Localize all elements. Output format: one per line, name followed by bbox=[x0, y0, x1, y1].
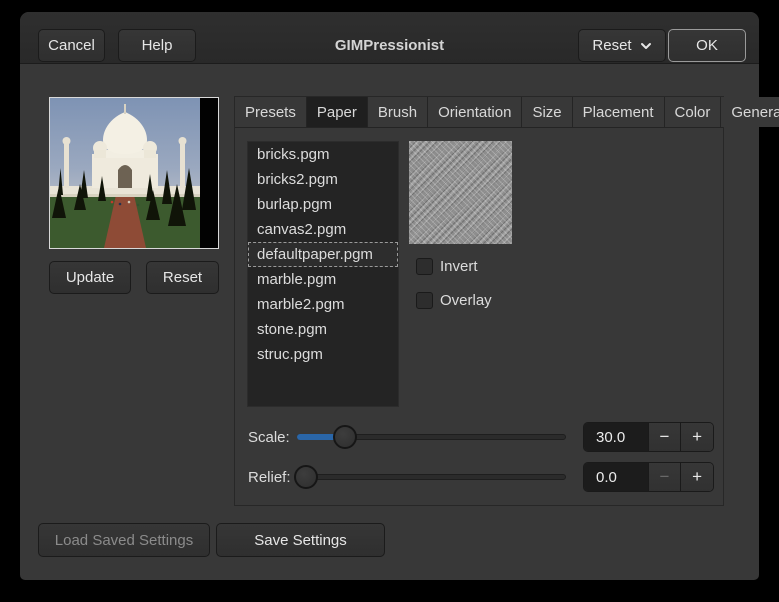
relief-plus-button[interactable]: + bbox=[680, 463, 713, 491]
reset-dropdown-label: Reset bbox=[592, 37, 631, 54]
scale-minus-button[interactable]: − bbox=[648, 423, 681, 451]
update-preview-button[interactable]: Update bbox=[49, 261, 131, 294]
tab-brush[interactable]: Brush bbox=[368, 97, 428, 127]
relief-slider[interactable] bbox=[297, 462, 566, 492]
list-item[interactable]: bricks.pgm bbox=[248, 142, 398, 167]
scale-value-input[interactable]: 30.0 bbox=[584, 423, 648, 451]
list-item[interactable]: struc.pgm bbox=[248, 342, 398, 367]
load-saved-settings-button[interactable]: Load Saved Settings bbox=[38, 523, 210, 557]
source-preview-frame bbox=[49, 97, 219, 249]
scale-spingroup: 30.0 − + bbox=[583, 422, 714, 452]
scale-label: Scale: bbox=[248, 429, 297, 446]
gimpressionist-dialog: Cancel Help GIMPressionist Reset OK bbox=[20, 12, 759, 580]
source-preview-image bbox=[50, 98, 200, 248]
list-item[interactable]: stone.pgm bbox=[248, 317, 398, 342]
relief-value-input[interactable]: 0.0 bbox=[584, 463, 648, 491]
paper-file-list: bricks.pgm bricks2.pgm burlap.pgm canvas… bbox=[247, 141, 399, 407]
list-item[interactable]: marble2.pgm bbox=[248, 292, 398, 317]
relief-label: Relief: bbox=[248, 469, 297, 486]
relief-row: Relief: 0.0 − + bbox=[248, 462, 714, 492]
relief-slider-thumb[interactable] bbox=[294, 465, 318, 489]
list-item[interactable]: bricks2.pgm bbox=[248, 167, 398, 192]
ok-button[interactable]: OK bbox=[668, 29, 746, 62]
relief-spingroup: 0.0 − + bbox=[583, 462, 714, 492]
overlay-label: Overlay bbox=[440, 292, 492, 309]
invert-checkbox-row: Invert bbox=[416, 258, 478, 275]
invert-label: Invert bbox=[440, 258, 478, 275]
scale-row: Scale: 30.0 − + bbox=[248, 422, 714, 452]
list-item[interactable]: canvas2.pgm bbox=[248, 217, 398, 242]
help-button[interactable]: Help bbox=[118, 29, 196, 62]
save-settings-button[interactable]: Save Settings bbox=[216, 523, 385, 557]
tab-placement[interactable]: Placement bbox=[573, 97, 665, 127]
tab-general[interactable]: General bbox=[721, 97, 779, 127]
reset-preview-button[interactable]: Reset bbox=[146, 261, 219, 294]
tab-orientation[interactable]: Orientation bbox=[428, 97, 522, 127]
tab-size[interactable]: Size bbox=[522, 97, 572, 127]
tab-paper[interactable]: Paper bbox=[307, 97, 368, 127]
scale-slider-thumb[interactable] bbox=[333, 425, 357, 449]
scale-slider[interactable] bbox=[297, 422, 566, 452]
preview-letterbox bbox=[200, 98, 218, 248]
tab-color[interactable]: Color bbox=[665, 97, 722, 127]
chevron-down-icon bbox=[640, 40, 652, 52]
scale-plus-button[interactable]: + bbox=[680, 423, 713, 451]
relief-slider-track[interactable] bbox=[297, 474, 566, 480]
list-item-selected[interactable]: defaultpaper.pgm bbox=[248, 242, 398, 267]
settings-notebook: Presets Paper Brush Orientation Size Pla… bbox=[234, 96, 724, 506]
list-item[interactable]: marble.pgm bbox=[248, 267, 398, 292]
invert-checkbox[interactable] bbox=[416, 258, 433, 275]
screen: Cancel Help GIMPressionist Reset OK bbox=[0, 0, 779, 602]
cancel-button[interactable]: Cancel bbox=[38, 29, 105, 62]
headerbar: Cancel Help GIMPressionist Reset OK bbox=[20, 12, 759, 64]
list-item[interactable]: burlap.pgm bbox=[248, 192, 398, 217]
reset-dropdown-button[interactable]: Reset bbox=[578, 29, 666, 62]
tab-presets[interactable]: Presets bbox=[235, 97, 307, 127]
relief-minus-button[interactable]: − bbox=[648, 463, 681, 491]
overlay-checkbox-row: Overlay bbox=[416, 292, 492, 309]
overlay-checkbox[interactable] bbox=[416, 292, 433, 309]
tab-strip: Presets Paper Brush Orientation Size Pla… bbox=[235, 97, 723, 128]
paper-texture-preview bbox=[409, 141, 512, 244]
